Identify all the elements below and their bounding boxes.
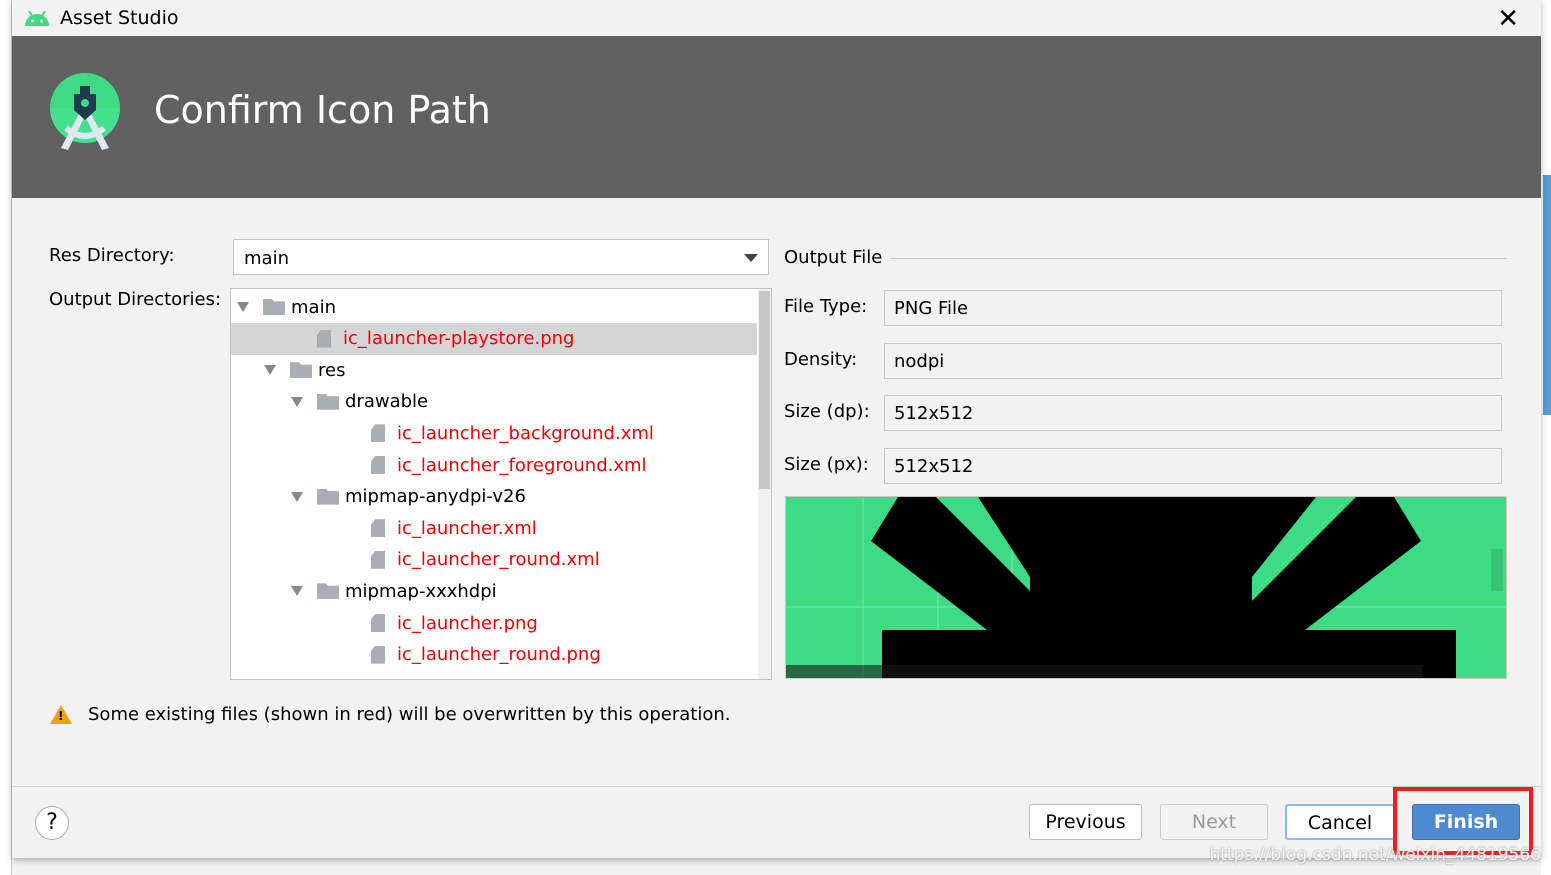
folder-icon — [317, 488, 339, 505]
folder-icon — [263, 299, 285, 315]
output-directories-tree[interactable]: ic_launcher_round.png ic_launcher.png mipm… — [230, 288, 772, 680]
tree-file[interactable]: ic_launcher_background.xml — [231, 417, 757, 449]
tree-item-label: ic_launcher-playstore.png — [343, 328, 575, 350]
divider — [890, 258, 1507, 259]
tree-folder[interactable]: drawable — [231, 386, 757, 418]
background-ide — [0, 0, 12, 875]
wizard-header: Confirm Icon Path — [12, 36, 1541, 198]
file-icon — [371, 456, 385, 474]
warning-text: Some existing files (shown in red) will … — [88, 704, 731, 725]
android-icon — [25, 10, 49, 26]
output-directories-label: Output Directories: — [49, 289, 222, 310]
tree-file[interactable]: ic_launcher.xml — [231, 512, 757, 544]
chevron-down-icon — [744, 254, 758, 262]
tree-folder[interactable]: main — [231, 291, 757, 323]
background-ide-right — [1541, 0, 1551, 875]
tree-item-label: mipmap-xxxhdpi — [345, 580, 497, 602]
help-button[interactable]: ? — [35, 806, 69, 840]
file-icon — [371, 424, 385, 443]
tree-item-label: main — [291, 296, 336, 318]
tree-item-label: ic_launcher_background.xml — [397, 422, 654, 444]
expand-triangle-icon[interactable] — [291, 491, 303, 502]
tree-item-label: ic_launcher.png — [397, 612, 538, 634]
window-title: Asset Studio — [60, 7, 179, 29]
title-bar: Asset Studio — [12, 0, 1541, 36]
tree-item-label: ic_launcher_round.xml — [397, 549, 600, 571]
size-px-field: 512x512 — [884, 448, 1502, 484]
density-field: nodpi — [884, 343, 1502, 379]
res-directory-dropdown[interactable]: main — [233, 239, 769, 275]
tree-file[interactable]: ic_launcher_foreground.xml — [231, 449, 757, 481]
expand-triangle-icon[interactable] — [237, 302, 249, 312]
close-icon[interactable]: ✕ — [1497, 4, 1519, 34]
tree-item-label: ic_launcher_foreground.xml — [397, 454, 647, 476]
tree-folder[interactable]: res — [231, 354, 757, 386]
file-icon — [371, 550, 385, 569]
icon-preview — [785, 496, 1507, 679]
tree-item-label: res — [318, 359, 346, 381]
file-icon — [371, 614, 385, 632]
asset-studio-dialog: Asset Studio ✕ Confirm Icon Path Res Dir… — [12, 0, 1541, 858]
scrollbar-thumb[interactable] — [759, 291, 770, 489]
tree-item-label: ic_launcher.xml — [397, 517, 537, 539]
cancel-button[interactable]: Cancel — [1285, 804, 1395, 840]
size-dp-label: Size (dp): — [784, 401, 870, 422]
tree-item-label: drawable — [345, 391, 429, 413]
folder-icon — [317, 393, 339, 410]
tree-item-label: ic_launcher_round.png — [397, 644, 601, 666]
size-px-label: Size (px): — [784, 454, 869, 475]
tree-scrollbar[interactable] — [758, 289, 771, 679]
size-dp-field: 512x512 — [884, 395, 1502, 431]
next-button[interactable]: Next — [1160, 804, 1268, 840]
tree-folder[interactable]: mipmap-anydpi-v26 — [231, 481, 757, 513]
android-studio-logo — [50, 73, 120, 150]
file-icon — [317, 329, 331, 348]
page-title: Confirm Icon Path — [154, 88, 491, 132]
expand-triangle-icon[interactable] — [264, 365, 276, 376]
folder-icon — [290, 362, 312, 379]
overwrite-warning: ! Some existing files (shown in red) will… — [50, 704, 731, 725]
tree-file[interactable]: ic_launcher-playstore.png — [231, 322, 757, 355]
warning-icon: ! — [50, 705, 72, 724]
file-icon — [371, 519, 385, 538]
res-directory-label: Res Directory: — [49, 245, 175, 266]
folder-icon — [317, 583, 339, 600]
output-file-title: Output File — [784, 247, 883, 268]
tree-file[interactable]: ic_launcher.png — [231, 607, 757, 639]
file-icon — [371, 645, 385, 664]
density-label: Density: — [784, 349, 858, 370]
res-directory-value: main — [244, 248, 289, 269]
file-type-label: File Type: — [784, 296, 868, 317]
tree-item-label: mipmap-anydpi-v26 — [345, 486, 526, 508]
tree-folder[interactable]: mipmap-xxxhdpi — [231, 575, 757, 607]
previous-button[interactable]: Previous — [1029, 804, 1142, 840]
ide-scrollbar — [1543, 175, 1551, 415]
file-type-field: PNG File — [884, 290, 1502, 326]
expand-triangle-icon[interactable] — [291, 396, 303, 407]
tree-file[interactable]: ic_launcher_round.png — [231, 639, 757, 671]
tree-file[interactable]: ic_launcher_round.xml — [231, 544, 757, 576]
expand-triangle-icon[interactable] — [291, 586, 303, 597]
footer-divider — [12, 786, 1541, 787]
watermark: https://blog.csdn.net/weixin_44819566 — [1209, 845, 1541, 865]
